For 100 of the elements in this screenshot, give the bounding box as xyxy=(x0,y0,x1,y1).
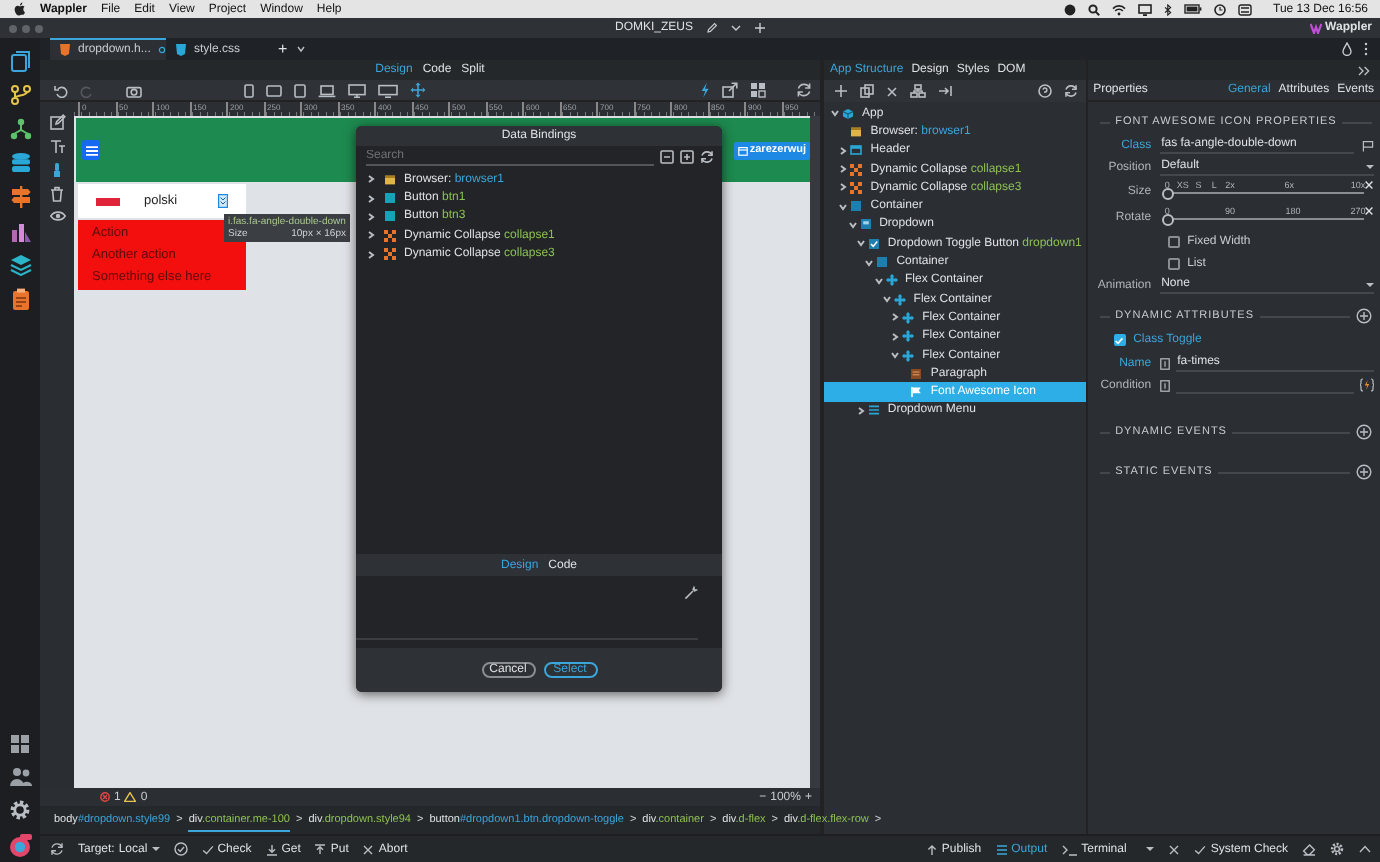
reset-icon[interactable] xyxy=(1364,180,1374,190)
clock-icon[interactable] xyxy=(1213,3,1226,15)
clipboard-icon[interactable] xyxy=(9,288,31,310)
bind-icon[interactable] xyxy=(1159,357,1170,369)
chevron-icon[interactable] xyxy=(366,249,376,260)
slider-thumb[interactable] xyxy=(1161,213,1174,225)
branch-icon[interactable] xyxy=(9,84,31,106)
trash-icon[interactable] xyxy=(50,186,64,202)
status-icon[interactable] xyxy=(1063,3,1076,15)
control-center-icon[interactable] xyxy=(1237,3,1252,15)
tablet-icon[interactable] xyxy=(294,83,306,97)
wide-monitor-icon[interactable] xyxy=(378,83,398,97)
chevron-up-icon[interactable] xyxy=(1358,844,1372,854)
menu-button[interactable] xyxy=(82,140,100,160)
chevron-icon[interactable] xyxy=(366,211,376,222)
tablet-landscape-icon[interactable] xyxy=(266,83,282,97)
add-circle-icon[interactable] xyxy=(1356,464,1372,480)
add-icon[interactable] xyxy=(834,84,848,98)
brush-icon[interactable] xyxy=(52,162,62,178)
chevron-icon[interactable] xyxy=(855,238,866,249)
chevron-icon[interactable] xyxy=(847,219,858,230)
checkbox[interactable] xyxy=(1167,235,1180,247)
add-circle-icon[interactable] xyxy=(1356,424,1372,440)
hierarchy-icon[interactable] xyxy=(910,84,926,98)
flag-outline-icon[interactable] xyxy=(1362,139,1374,151)
search-icon[interactable] xyxy=(1087,3,1100,15)
expand-panel-icon[interactable] xyxy=(1358,65,1370,75)
slider-thumb[interactable] xyxy=(1161,187,1174,199)
wifi-icon[interactable] xyxy=(1111,3,1126,15)
lightning-icon[interactable] xyxy=(700,82,710,98)
add-circle-icon[interactable] xyxy=(1356,308,1372,324)
chevron-icon[interactable] xyxy=(838,145,849,156)
chevron-icon[interactable] xyxy=(873,275,883,286)
help-icon[interactable] xyxy=(1037,84,1052,98)
plus-icon[interactable] xyxy=(753,22,765,34)
settings-icon[interactable] xyxy=(8,798,32,822)
checkbox[interactable] xyxy=(1113,334,1126,346)
chevron-down-icon[interactable] xyxy=(729,22,741,34)
chevron-icon[interactable] xyxy=(864,257,875,268)
chevron-icon[interactable] xyxy=(890,312,901,323)
chevron-down-icon[interactable] xyxy=(295,44,306,54)
camera-icon[interactable] xyxy=(126,83,142,97)
pencil-icon[interactable] xyxy=(705,22,717,34)
undo-icon[interactable] xyxy=(54,83,68,97)
chevron-icon[interactable] xyxy=(366,174,376,185)
apps-grid-icon[interactable] xyxy=(10,734,30,754)
eraser-icon[interactable] xyxy=(1302,842,1316,856)
copy-icon[interactable] xyxy=(860,84,874,98)
chevron-icon[interactable] xyxy=(890,350,901,360)
text-size-icon[interactable] xyxy=(49,138,65,154)
refresh-icon[interactable] xyxy=(50,842,64,856)
network-icon[interactable] xyxy=(9,118,31,140)
checkbox[interactable] xyxy=(1167,257,1180,269)
chevron-icon[interactable] xyxy=(366,193,376,204)
move-in-icon[interactable] xyxy=(938,84,952,98)
eye-icon[interactable] xyxy=(49,210,65,222)
monitor-icon[interactable] xyxy=(348,83,366,97)
chevron-icon[interactable] xyxy=(855,405,866,416)
chevron-icon[interactable] xyxy=(366,230,376,241)
settings-icon[interactable] xyxy=(1330,842,1344,856)
chevron-icon[interactable] xyxy=(881,294,892,305)
chevron-icon[interactable] xyxy=(830,108,840,119)
magic-wand-icon[interactable] xyxy=(684,586,698,600)
users-icon[interactable] xyxy=(9,766,31,786)
chart-icon[interactable] xyxy=(9,220,31,242)
chevron-icon[interactable] xyxy=(838,201,849,212)
signpost-icon[interactable] xyxy=(9,186,31,208)
edit-icon[interactable] xyxy=(49,114,65,130)
close-icon[interactable] xyxy=(886,85,898,97)
layers-icon[interactable] xyxy=(9,254,31,276)
collapse-all-icon[interactable] xyxy=(660,150,674,164)
check-circle-icon[interactable] xyxy=(173,842,188,856)
refresh-icon[interactable] xyxy=(1063,84,1078,98)
dynamic-data-icon[interactable] xyxy=(1360,378,1374,392)
database-icon[interactable] xyxy=(9,152,31,174)
move-icon[interactable] xyxy=(410,82,426,98)
display-icon[interactable] xyxy=(1137,3,1152,15)
bind-icon[interactable] xyxy=(1159,379,1170,391)
drop-icon[interactable] xyxy=(1342,42,1352,56)
angle-double-down-icon[interactable] xyxy=(218,194,228,208)
bluetooth-icon[interactable] xyxy=(1163,3,1172,15)
account-icon[interactable] xyxy=(8,834,32,858)
phone-icon[interactable] xyxy=(244,83,254,97)
warning-icon[interactable] xyxy=(124,792,137,802)
export-icon[interactable] xyxy=(722,82,738,98)
expand-all-icon[interactable] xyxy=(680,150,694,164)
grid-icon[interactable] xyxy=(750,82,766,98)
laptop-icon[interactable] xyxy=(318,83,336,97)
close-icon[interactable] xyxy=(1168,843,1181,855)
new-tab-button[interactable]: + xyxy=(270,38,296,60)
move-arrows-icon xyxy=(885,274,897,287)
reset-icon[interactable] xyxy=(1364,206,1374,216)
battery-icon[interactable] xyxy=(1183,4,1202,14)
chevron-icon[interactable] xyxy=(838,182,849,193)
refresh-icon[interactable] xyxy=(796,82,812,98)
files-icon[interactable] xyxy=(9,50,31,72)
chevron-icon[interactable] xyxy=(890,331,901,342)
error-icon[interactable] xyxy=(100,792,110,802)
refresh-icon[interactable] xyxy=(700,150,714,164)
chevron-icon[interactable] xyxy=(838,164,849,175)
